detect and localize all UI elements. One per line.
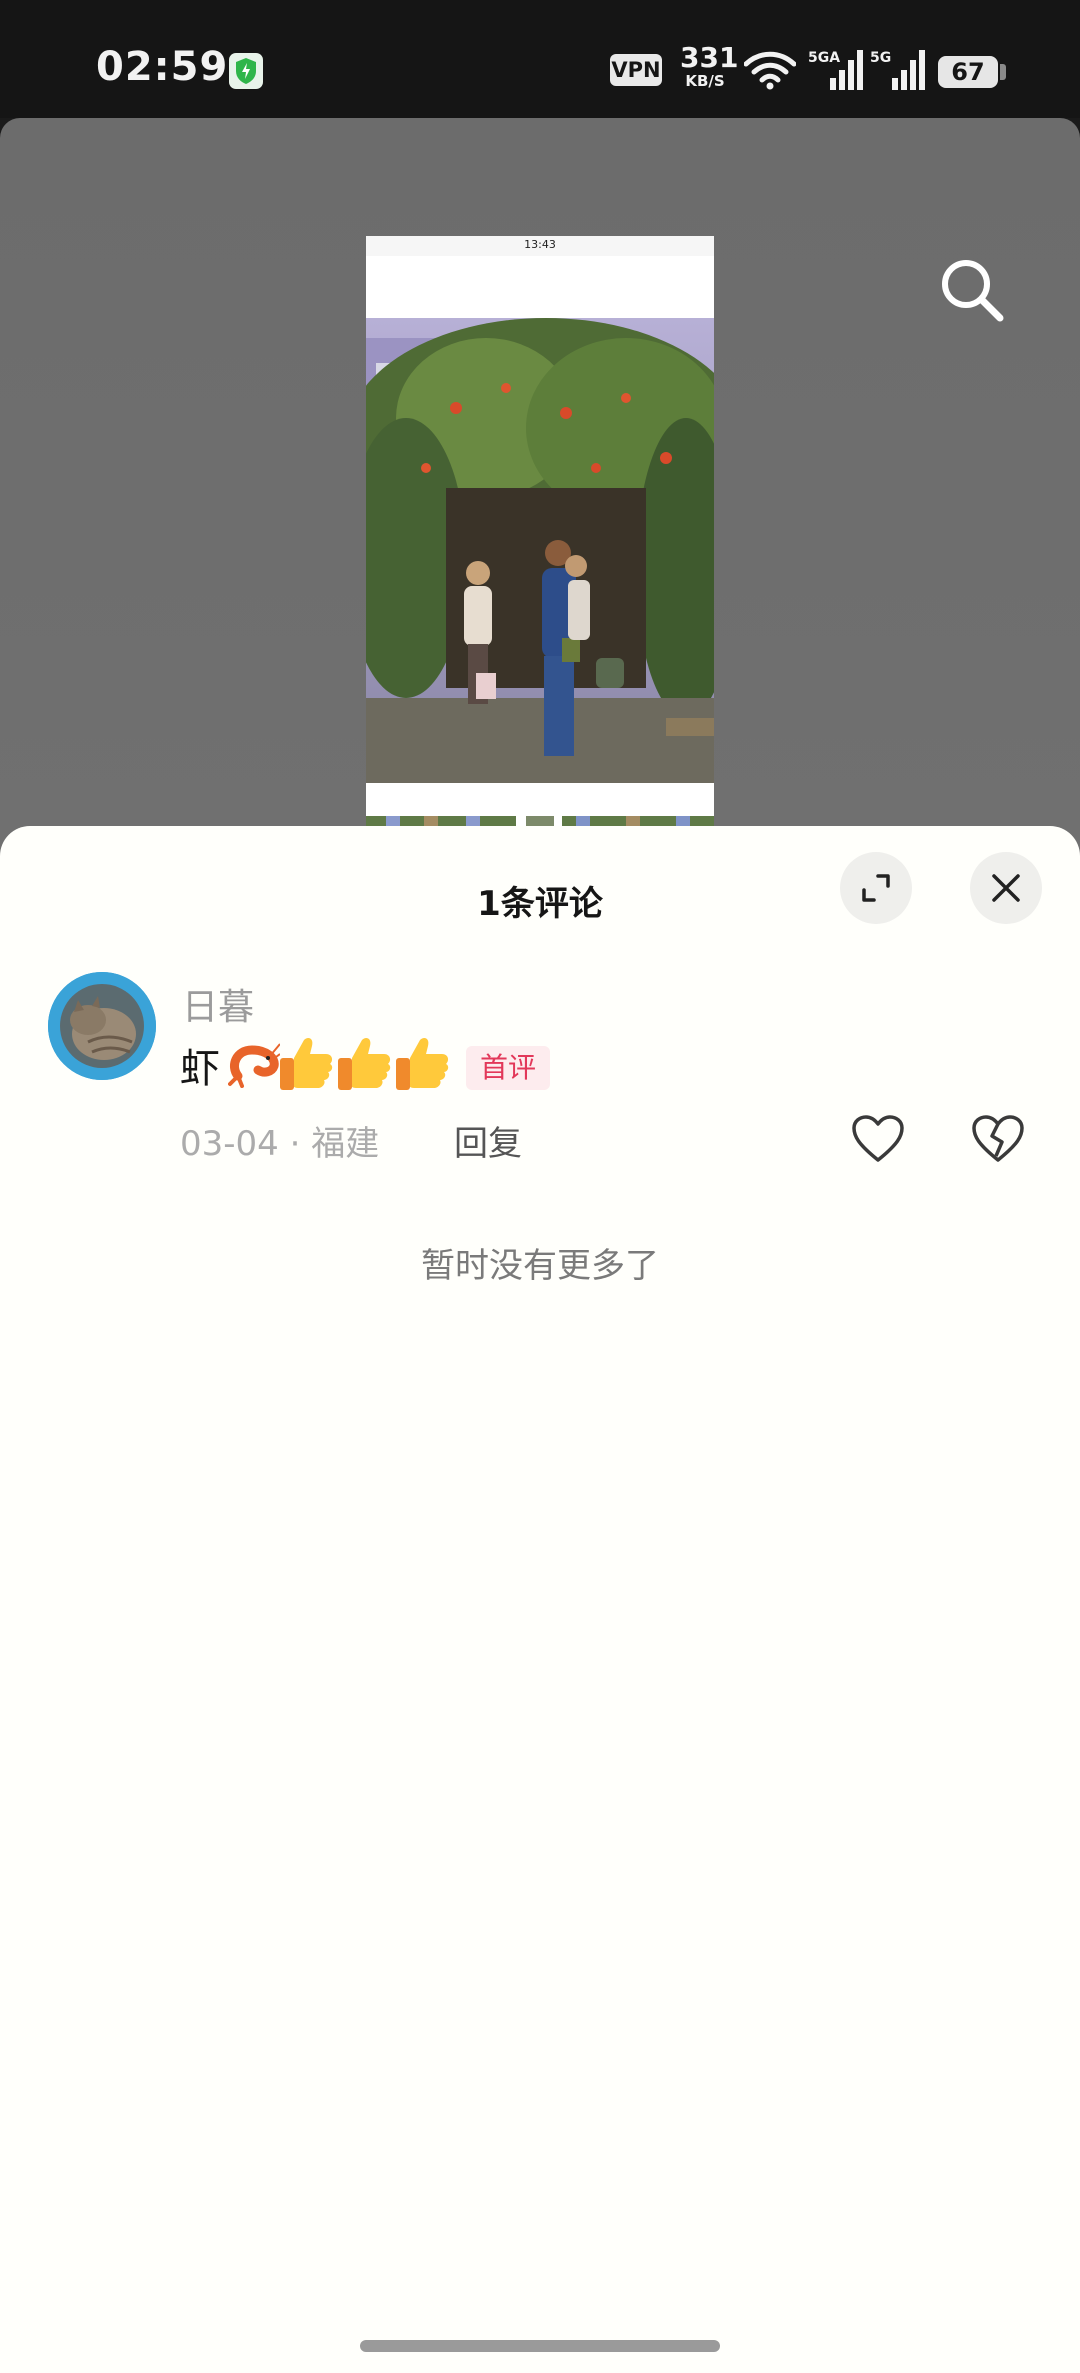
avatar-cat-image [48,972,156,1080]
close-button[interactable] [970,852,1042,924]
video-player[interactable]: 13:43 [0,118,1080,878]
avatar[interactable] [48,972,156,1080]
like-heart-icon[interactable] [850,1114,906,1164]
network-speed-unit: KB/S [685,72,725,90]
thumbs-up-emoji-icon [396,1038,449,1090]
close-icon [992,874,1020,902]
status-time: 02:59 [96,44,229,90]
comments-sheet: 1条评论 日暮 虾 首评 03-04 · 福建 回复 暂时没有更多了 [0,826,1080,2373]
status-bar: 02:59 VPN 331 KB/S 5GA 5G 67 [0,0,1080,118]
inner-time: 13:43 [524,238,556,251]
comment-text: 虾 [180,1046,220,1092]
signal-5g-icon: 5G [870,50,925,90]
shrimp-emoji-icon [228,1043,280,1088]
home-indicator[interactable] [360,2340,720,2352]
search-icon[interactable] [938,256,1006,324]
thumbs-up-emoji-icon [280,1038,333,1090]
comment-date-location: 03-04 · 福建 [180,1124,380,1164]
no-more-comments: 暂时没有更多了 [421,1246,659,1286]
inner-top-bar: 13:43 [366,236,714,256]
network-speed-value: 331 [680,41,739,74]
photo-image [366,318,714,783]
expand-button[interactable] [840,852,912,924]
signal1-label: 5GA [808,50,840,66]
comment-username[interactable]: 日暮 [182,978,254,1030]
comments-title: 1条评论 [477,884,603,924]
video-frame-screenshot: 13:43 [366,236,714,878]
reply-button[interactable]: 回复 [454,1116,522,1165]
network-speed: 331 KB/S [680,41,739,90]
screen: 02:59 VPN 331 KB/S 5GA 5G 67 13:43 1条评论 … [0,0,1080,2373]
battery-level: 67 [938,56,998,88]
dislike-broken-heart-icon[interactable] [970,1114,1026,1164]
security-shield-icon [229,53,263,89]
vpn-badge: VPN [610,54,662,86]
thumbs-up-emoji-icon [338,1038,391,1090]
wifi-icon [744,51,796,90]
signal-5ga-icon: 5GA [808,50,863,90]
battery-tip [1000,64,1006,80]
signal2-label: 5G [870,50,891,66]
expand-icon [862,874,890,902]
first-comment-badge: 首评 [466,1046,551,1090]
